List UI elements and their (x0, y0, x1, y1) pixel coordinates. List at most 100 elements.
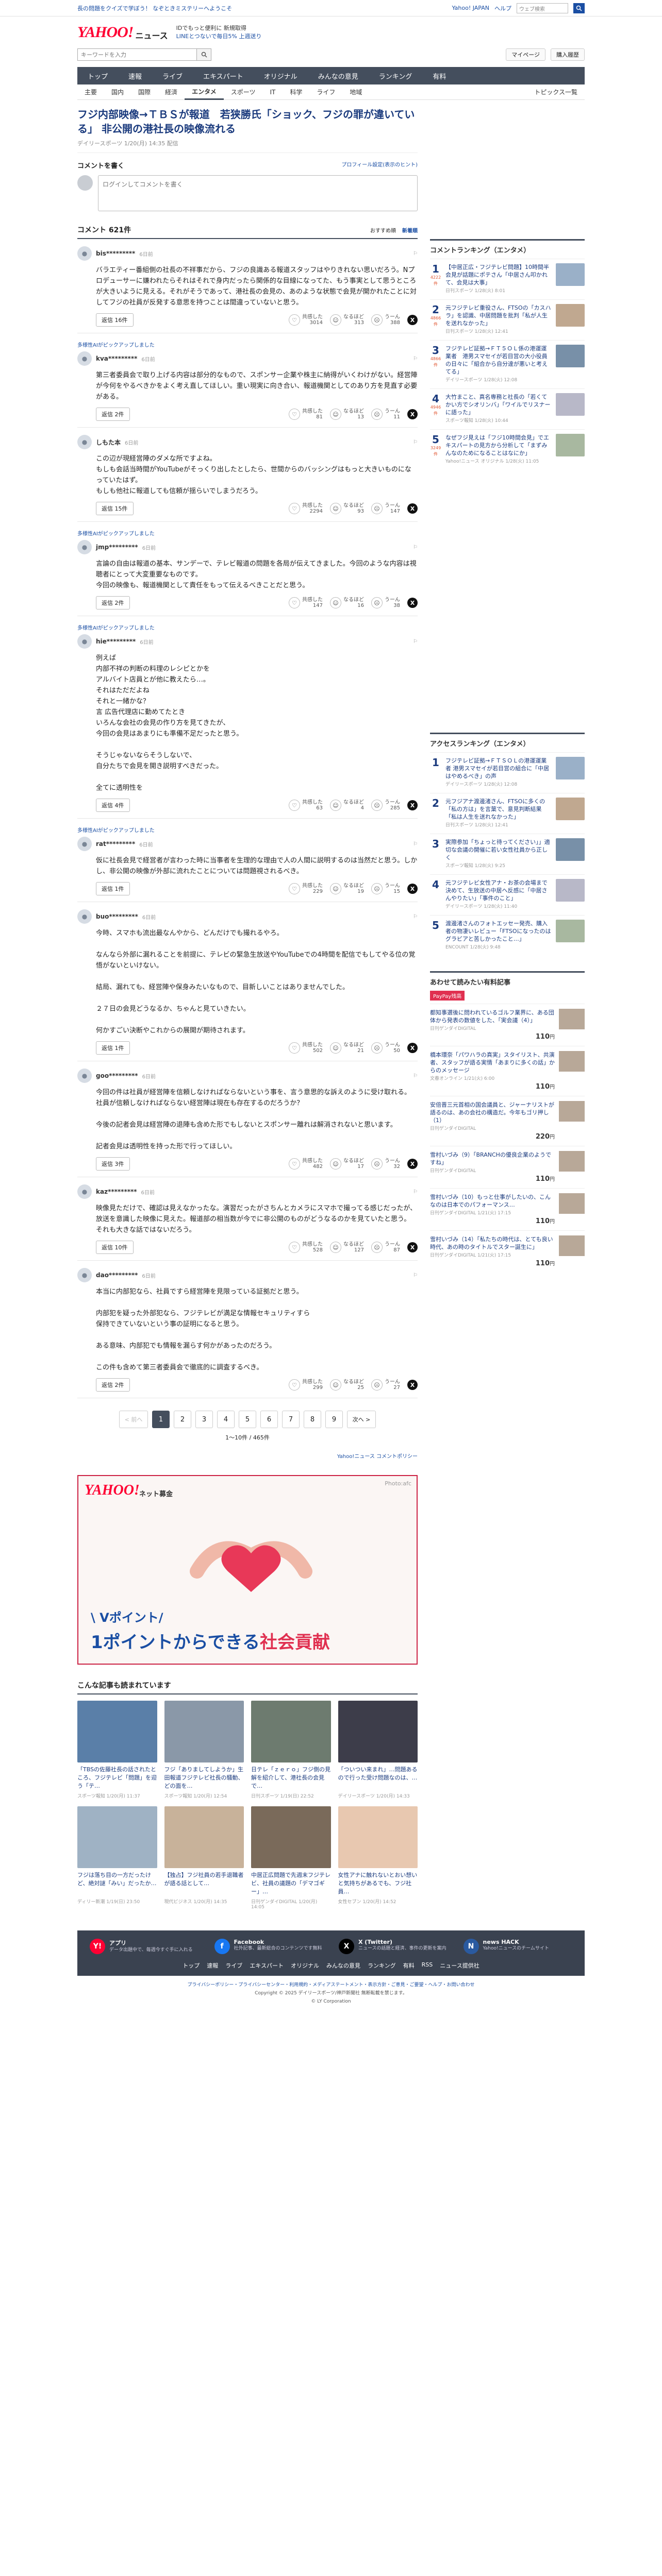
recommended-article[interactable]: 日テレ「ｚｅｒｏ」フジ側の見解を紹介して、港社長の会見で… 日刊スポーツ 1/19… (251, 1701, 331, 1799)
web-search-button[interactable] (573, 3, 585, 13)
cat-main[interactable]: 主要 (77, 84, 104, 100)
user-icon[interactable]: ● (77, 1184, 92, 1199)
cat-entertainment[interactable]: エンタメ (185, 84, 224, 100)
user-icon[interactable]: ● (77, 351, 92, 366)
think-button[interactable]: ☺ なるほど 4 (330, 800, 364, 811)
think-button[interactable]: ☺ なるほど 127 (330, 1242, 364, 1253)
replies-button[interactable]: 返信 16件 (96, 313, 134, 327)
paid-article-item[interactable]: 都知事選後に問われているゴルフ業界に、ある団体から発表の数値をした、「実会議（4… (430, 1004, 585, 1046)
footer-link[interactable]: ニュース提供社 (440, 1961, 479, 1970)
think-button[interactable]: ☺ なるほど 13 (330, 409, 364, 420)
nav-top[interactable]: トップ (77, 67, 118, 84)
replies-button[interactable]: 返信 1件 (96, 882, 130, 895)
dislike-button[interactable]: ☹ うーん 15 (371, 883, 400, 894)
topics-list-link[interactable]: トピックス一覧 (527, 84, 585, 100)
footer-link[interactable]: 有料 (403, 1961, 415, 1970)
prev-page-button[interactable]: < 前へ (119, 1411, 148, 1428)
next-page-button[interactable]: 次へ > (347, 1411, 376, 1428)
dislike-button[interactable]: ☹ うーん 87 (371, 1242, 400, 1253)
page-2[interactable]: 2 (174, 1411, 191, 1428)
news-search-button[interactable] (196, 49, 211, 60)
footer-app-3[interactable]: Nnews HACK Yahoo!ニュースのチームサイト (463, 1939, 573, 1954)
report-link[interactable]: ⚐ (413, 356, 418, 362)
footer-app-2[interactable]: X X (Twitter) ニュースの話題と経済、事件の更新を案内 (339, 1939, 448, 1954)
report-link[interactable]: ⚐ (413, 639, 418, 645)
replies-button[interactable]: 返信 2件 (96, 596, 130, 609)
share-x-icon[interactable]: X (407, 800, 418, 810)
article-title[interactable]: フジ内部映像→ＴＢＳが報道 若狭勝氏「ショック、フジの罪が違いている」 非公開の… (77, 108, 415, 135)
think-button[interactable]: ☺ なるほど 17 (330, 1158, 364, 1170)
like-button[interactable]: ♡ 共感した 482 (289, 1158, 323, 1170)
nav-ranking[interactable]: ランキング (369, 67, 423, 84)
replies-button[interactable]: 返信 15件 (96, 502, 134, 515)
ranking-item[interactable]: 3 実際参加「ちょっと待ってください」」適切な会議の開催に若い女性社員から正しくス… (430, 834, 585, 874)
recommended-article[interactable]: 「ついつい来まれ」…問題あるので行った受け問題なのは、… デイリースポーツ 1/2… (338, 1701, 418, 1799)
cat-it[interactable]: IT (262, 84, 283, 100)
tagline-2[interactable]: LINEとつないで毎日5% 上週送り (176, 32, 262, 41)
user-icon[interactable]: ● (77, 1069, 92, 1083)
page-7[interactable]: 7 (282, 1411, 300, 1428)
nav-live[interactable]: ライブ (152, 67, 193, 84)
dislike-button[interactable]: ☹ うーん 27 (371, 1379, 400, 1391)
like-button[interactable]: ♡ 共感した 63 (289, 800, 323, 811)
page-3[interactable]: 3 (195, 1411, 213, 1428)
nav-opinion[interactable]: みんなの意見 (308, 67, 369, 84)
user-icon[interactable]: ● (77, 246, 92, 261)
paid-article-item[interactable]: 雪村いづみ（10）もっと仕事がしたいの、こんなのは日本でのパフォーマンス… 日刊ゲ… (430, 1188, 585, 1230)
sort-newest[interactable]: 新着順 (402, 226, 418, 234)
share-x-icon[interactable]: X (407, 884, 418, 894)
purchase-history-button[interactable]: 購入履歴 (551, 48, 585, 61)
think-button[interactable]: ☺ なるほど 19 (330, 883, 364, 894)
report-link[interactable]: ⚐ (413, 841, 418, 847)
footer-link[interactable]: みんなの意見 (326, 1961, 360, 1970)
replies-button[interactable]: 返信 3件 (96, 1157, 130, 1171)
ranking-item[interactable]: 1 4222件 【中居正広・フジテレビ問題】10時間半会見が話題にポテさん「中居さん… (430, 259, 585, 299)
report-link[interactable]: ⚐ (413, 914, 418, 920)
recommended-article[interactable]: フジは落ち目の一方だったけど、絶対謎「みい」だったか… ディリー新潮 1/19(日… (77, 1806, 157, 1910)
ranking-item[interactable]: 2 元フジアナ渡邊渚さん、FTSOに多くの「私の方は」を言葉で、意見判断結果「私は… (430, 793, 585, 834)
user-icon[interactable]: ● (77, 837, 92, 851)
footer-link[interactable]: ランキング (368, 1961, 396, 1970)
report-link[interactable]: ⚐ (413, 1273, 418, 1278)
ranking-item[interactable]: 5 渡邊渚さんのフォトエッセー発売、購入者の物凄いレビュー「FTSOになったのはグ… (430, 915, 585, 956)
paid-article-item[interactable]: 安倍晋三元首相の国会議員と、ジャーナリストが語るのは、あの会社の構造だ。今年もゴ… (430, 1096, 585, 1146)
donation-ad-banner[interactable]: YAHOO! ネット募金 Photo:afc \ Vポイント/ 1ポイントからで… (77, 1475, 418, 1665)
like-button[interactable]: ♡ 共感した 528 (289, 1242, 323, 1253)
replies-button[interactable]: 返信 10件 (96, 1241, 134, 1254)
comment-policy-link[interactable]: Yahoo!ニュース コメントポリシー (337, 1454, 418, 1460)
replies-button[interactable]: 返信 2件 (96, 1378, 130, 1392)
comment-username[interactable]: jmp********* (96, 544, 138, 551)
nav-breaking[interactable]: 速報 (118, 67, 152, 84)
yahoo-news-logo[interactable]: YAHOO! ニュース (77, 24, 168, 41)
cat-science[interactable]: 科学 (283, 84, 309, 100)
footer-app-1[interactable]: f Facebook 社外記事、最新総合のコンテンツです無料 (214, 1939, 324, 1954)
ranking-item[interactable]: 4 元フジテレビ女性アナ・お茶の会場まで決めて、生放送の中居へ反感に「中居さんやり… (430, 874, 585, 915)
think-button[interactable]: ☺ なるほど 25 (330, 1379, 364, 1391)
page-1[interactable]: 1 (152, 1411, 170, 1428)
cat-sports[interactable]: スポーツ (224, 84, 263, 100)
comment-username[interactable]: kaz********* (96, 1188, 137, 1195)
think-button[interactable]: ☺ なるほど 93 (330, 503, 364, 514)
ranking-item[interactable]: 5 3249件 なぜフジ見えは「フジ10時間会見」でエキスパートの見方から分析して「… (430, 429, 585, 470)
like-button[interactable]: ♡ 共感した 502 (289, 1042, 323, 1054)
page-6[interactable]: 6 (260, 1411, 278, 1428)
comment-username[interactable]: dao********* (96, 1272, 138, 1279)
replies-button[interactable]: 返信 1件 (96, 1041, 130, 1055)
cat-domestic[interactable]: 国内 (104, 84, 131, 100)
yahoo-japan-link[interactable]: Yahoo! JAPAN (452, 5, 489, 11)
think-button[interactable]: ☺ なるほど 21 (330, 1042, 364, 1054)
footer-link[interactable]: ライブ (225, 1961, 242, 1970)
recommended-article[interactable]: フジ「ありましてしようか」生田報道フジテレビ社長の騒動、どの面を… スポーツ報知 … (164, 1701, 244, 1799)
like-button[interactable]: ♡ 共感した 2294 (289, 503, 323, 514)
tagline-1[interactable]: IDでもっと便利に 新規取得 (176, 24, 262, 32)
replies-button[interactable]: 返信 4件 (96, 799, 130, 812)
paid-article-item[interactable]: 雪村いづみ（14）「私たちの時代は、とても良い時代、あの時のタイトルでスター誕生… (430, 1230, 585, 1273)
share-x-icon[interactable]: X (407, 1043, 418, 1053)
nav-original[interactable]: オリジナル (254, 67, 308, 84)
page-5[interactable]: 5 (239, 1411, 256, 1428)
report-link[interactable]: ⚐ (413, 1189, 418, 1195)
user-icon[interactable]: ● (77, 634, 92, 649)
footer-link[interactable]: オリジナル (291, 1961, 319, 1970)
recommended-article[interactable]: 「TBSの佐藤社長の話されたところ、フジテレビ「問題」を迎う「テ… スポーツ報知 … (77, 1701, 157, 1799)
like-button[interactable]: ♡ 共感した 229 (289, 883, 323, 894)
